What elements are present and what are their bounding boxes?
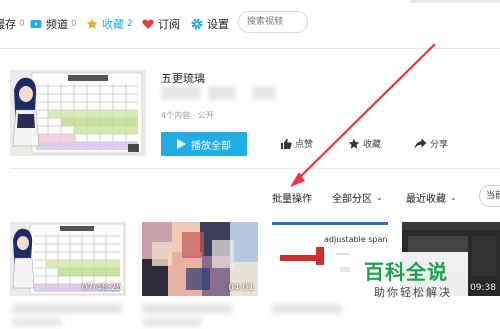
video-duration: 04:01 <box>228 283 254 293</box>
blurred-title <box>142 304 232 314</box>
video-caption: adjustable spanner <box>324 235 388 244</box>
blurred-title <box>12 318 62 326</box>
watermark-title: 百科全说 <box>364 260 448 284</box>
watermark-logo: 百科全说 助你轻松解决 <box>350 252 468 306</box>
video-duration: 07:48:25 <box>81 283 122 293</box>
video-duration: 09:38 <box>470 283 496 293</box>
video-thumbnail[interactable]: 04:01 <box>142 222 258 296</box>
blurred-title <box>142 318 202 326</box>
blurred-title <box>272 304 342 314</box>
watermark-subtitle: 助你轻松解决 <box>374 286 452 299</box>
video-thumbnail[interactable]: 07:48:25 <box>10 222 126 296</box>
blurred-title <box>12 304 122 314</box>
